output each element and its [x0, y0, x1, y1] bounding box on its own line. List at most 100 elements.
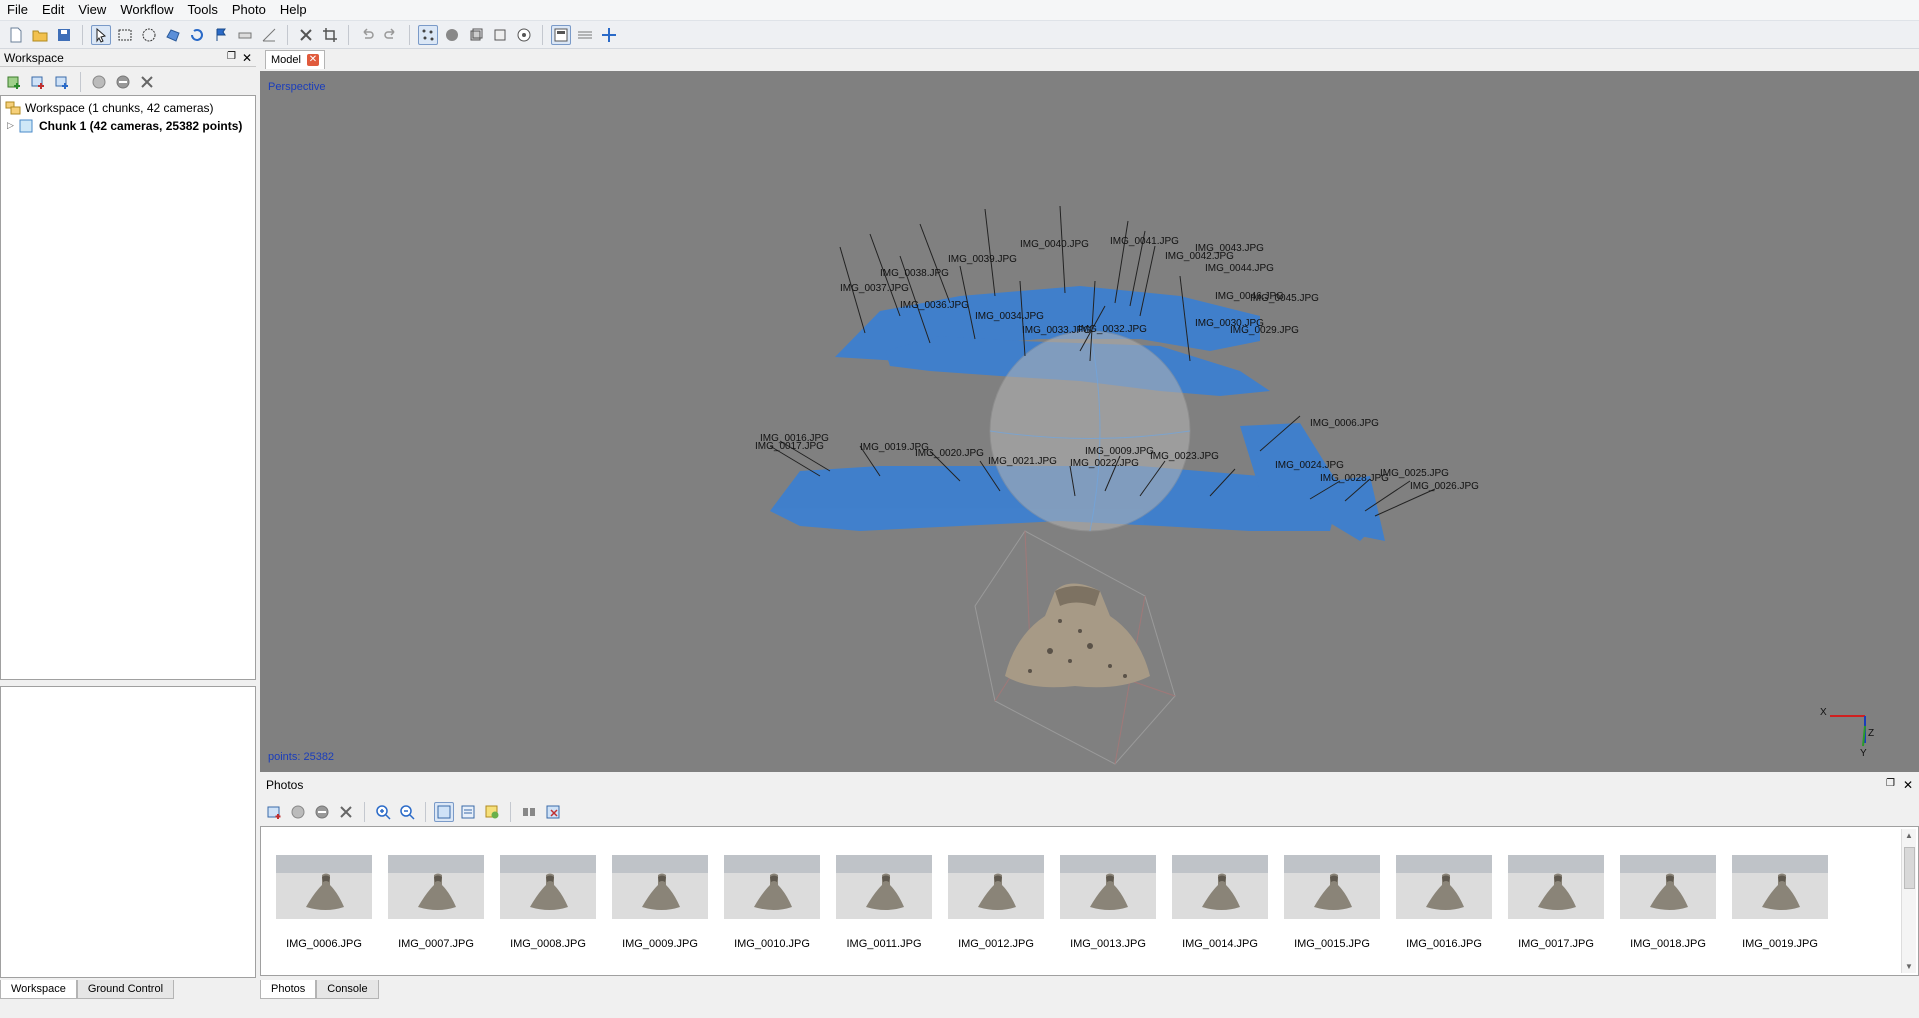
menu-bar: File Edit View Workflow Tools Photo Help	[0, 0, 1919, 21]
add-folder-icon[interactable]	[52, 72, 72, 92]
add-chunk-icon[interactable]	[4, 72, 24, 92]
close-panel-icon[interactable]: ✕	[1903, 778, 1913, 792]
menu-help[interactable]: Help	[273, 0, 314, 20]
workspace-root-label: Workspace (1 chunks, 42 cameras)	[25, 100, 214, 115]
model-tab-label: Model	[271, 54, 301, 66]
measure-icon[interactable]	[259, 25, 279, 45]
photos-thumbnail-area: ▲ ▼ IMG_0006.JPG IMG_0007.JPG IMG_0008.JPG…	[260, 826, 1919, 976]
photo-thumbnail[interactable]	[1732, 855, 1828, 919]
photo-thumbnail[interactable]	[276, 855, 372, 919]
tab-console[interactable]: Console	[316, 980, 379, 999]
undo-icon[interactable]	[357, 25, 377, 45]
ruler-icon[interactable]	[235, 25, 255, 45]
flag-marker-icon[interactable]	[211, 25, 231, 45]
save-icon[interactable]	[54, 25, 74, 45]
menu-workflow[interactable]: Workflow	[113, 0, 180, 20]
close-tab-icon[interactable]: ✕	[306, 54, 319, 66]
camera-label: IMG_0029.JPG	[1230, 325, 1299, 336]
new-icon[interactable]	[6, 25, 26, 45]
reset-view-icon[interactable]	[514, 25, 534, 45]
photo-thumbnail[interactable]	[1060, 855, 1156, 919]
zoom-in-icon[interactable]	[373, 802, 393, 822]
tree-item-workspace[interactable]: Workspace (1 chunks, 42 cameras)	[5, 99, 214, 116]
menu-file[interactable]: File	[0, 0, 35, 20]
photo-thumbnail[interactable]	[388, 855, 484, 919]
main-toolbar	[0, 21, 1919, 49]
chunk-label: Chunk 1 (42 cameras, 25382 points)	[39, 118, 243, 133]
scene-canvas[interactable]: IMG_0040.JPG IMG_0041.JPG IMG_0039.JPG I…	[260, 71, 1919, 772]
disable-camera-icon[interactable]	[113, 72, 133, 92]
photo-caption: IMG_0016.JPG	[1406, 938, 1482, 950]
photo-thumbnail[interactable]	[836, 855, 932, 919]
photo-thumbnail[interactable]	[1172, 855, 1268, 919]
crop-icon[interactable]	[320, 25, 340, 45]
tab-model[interactable]: Model ✕	[265, 50, 325, 69]
photo-thumbnail[interactable]	[500, 855, 596, 919]
filter-photos-icon[interactable]	[482, 802, 502, 822]
photo-caption: IMG_0012.JPG	[958, 938, 1034, 950]
disable-photo-icon[interactable]	[312, 802, 332, 822]
float-panel-icon[interactable]: ❐	[227, 51, 236, 65]
camera-label: IMG_0041.JPG	[1110, 236, 1179, 247]
details-view-icon[interactable]	[458, 802, 478, 822]
photo-caption: IMG_0006.JPG	[286, 938, 362, 950]
camera-label: IMG_0040.JPG	[1020, 239, 1089, 250]
delete-icon[interactable]	[296, 25, 316, 45]
photo-thumbnail[interactable]	[612, 855, 708, 919]
show-info-icon[interactable]	[551, 24, 571, 45]
open-icon[interactable]	[30, 25, 50, 45]
circle-selection-icon[interactable]	[139, 25, 159, 45]
photos-scrollbar[interactable]: ▲ ▼	[1901, 829, 1916, 973]
show-cameras-icon[interactable]	[466, 25, 486, 45]
add-photos-icon[interactable]	[28, 72, 48, 92]
photo-caption: IMG_0018.JPG	[1630, 938, 1706, 950]
axis-gizmo: X Z Y	[1820, 707, 1874, 759]
reset-filter-icon[interactable]	[543, 802, 563, 822]
camera-label: IMG_0024.JPG	[1275, 460, 1344, 471]
tab-ground-control[interactable]: Ground Control	[76, 980, 175, 999]
free-form-selection-icon[interactable]	[163, 25, 183, 45]
rectangle-selection-icon[interactable]	[115, 25, 135, 45]
enable-photo-icon[interactable]	[288, 802, 308, 822]
photo-thumbnail[interactable]	[1284, 855, 1380, 919]
close-panel-icon[interactable]: ✕	[242, 51, 252, 65]
float-panel-icon[interactable]: ❐	[1886, 778, 1895, 792]
menu-photo[interactable]: Photo	[225, 0, 273, 20]
navigation-icon[interactable]	[91, 24, 111, 45]
model-viewport[interactable]: IMG_0040.JPG IMG_0041.JPG IMG_0039.JPG I…	[260, 71, 1919, 772]
rotate-icon[interactable]	[187, 25, 207, 45]
remove-photo-icon[interactable]	[336, 802, 356, 822]
show-sphere-icon[interactable]	[442, 25, 462, 45]
grid-icon[interactable]	[575, 25, 595, 45]
camera-label: IMG_0028.JPG	[1320, 473, 1389, 484]
photo-caption: IMG_0019.JPG	[1742, 938, 1818, 950]
workspace-tree: Workspace (1 chunks, 42 cameras) ▷ Chunk…	[0, 95, 256, 680]
camera-label: IMG_0006.JPG	[1310, 418, 1379, 429]
photo-thumbnail[interactable]	[1508, 855, 1604, 919]
photo-thumbnail[interactable]	[1620, 855, 1716, 919]
tree-item-chunk[interactable]: ▷ Chunk 1 (42 cameras, 25382 points)	[7, 117, 242, 134]
menu-tools[interactable]: Tools	[181, 0, 225, 20]
add-photos-icon[interactable]	[264, 802, 284, 822]
show-region-icon[interactable]	[490, 25, 510, 45]
photo-thumbnail[interactable]	[948, 855, 1044, 919]
tab-workspace[interactable]: Workspace	[0, 980, 77, 999]
move-object-icon[interactable]	[599, 25, 619, 45]
large-thumbnails-icon[interactable]	[434, 802, 454, 822]
set-reference-icon[interactable]	[519, 802, 539, 822]
redo-icon[interactable]	[381, 25, 401, 45]
menu-view[interactable]: View	[71, 0, 113, 20]
tab-photos[interactable]: Photos	[260, 980, 317, 999]
photo-caption: IMG_0008.JPG	[510, 938, 586, 950]
show-points-icon[interactable]	[418, 24, 438, 45]
expand-arrow-icon[interactable]: ▷	[7, 120, 19, 131]
camera-label: IMG_0025.JPG	[1380, 468, 1449, 479]
zoom-out-icon[interactable]	[397, 802, 417, 822]
enable-camera-icon[interactable]	[89, 72, 109, 92]
photo-thumbnail[interactable]	[724, 855, 820, 919]
menu-edit[interactable]: Edit	[35, 0, 71, 20]
photos-tab-bar: Photos Console	[260, 980, 560, 1000]
remove-item-icon[interactable]	[137, 72, 157, 92]
photos-title: Photos	[266, 778, 304, 792]
photo-thumbnail[interactable]	[1396, 855, 1492, 919]
